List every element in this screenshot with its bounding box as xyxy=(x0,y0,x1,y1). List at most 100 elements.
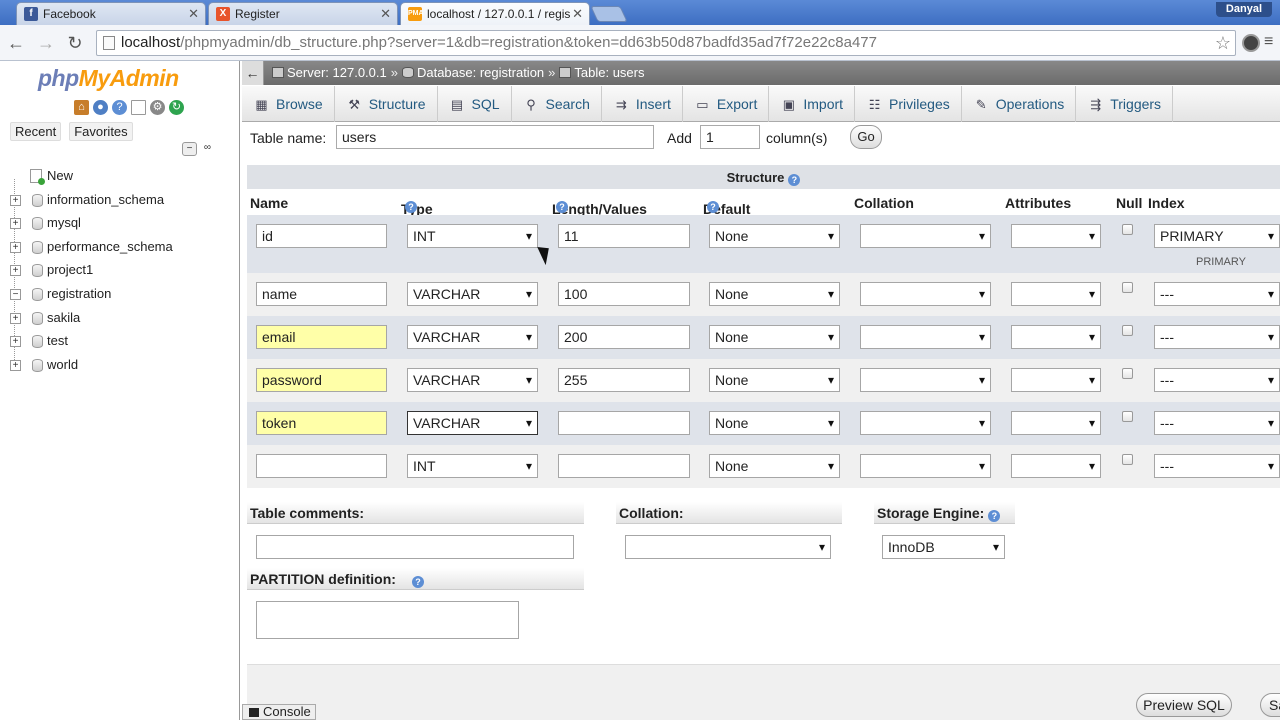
partition-textarea[interactable] xyxy=(256,601,519,639)
null-checkbox[interactable] xyxy=(1122,224,1133,235)
go-button[interactable]: Go xyxy=(850,125,882,149)
column-name-input[interactable]: email xyxy=(256,325,387,349)
help-icon[interactable]: ? xyxy=(707,201,719,213)
preview-sql-button[interactable]: Preview SQL xyxy=(1136,693,1232,717)
expand-icon[interactable]: + xyxy=(10,218,21,230)
tab-triggers[interactable]: ⇶ Triggers xyxy=(1076,86,1174,122)
phpmyadmin-logo[interactable]: phpMyAdmin xyxy=(38,65,179,92)
index-select[interactable]: --- xyxy=(1154,325,1280,349)
null-checkbox[interactable] xyxy=(1122,368,1133,379)
help-icon[interactable]: ? xyxy=(556,201,568,213)
default-select[interactable]: None xyxy=(709,454,840,478)
type-select[interactable]: INT xyxy=(407,224,538,248)
column-name-input[interactable]: id xyxy=(256,224,387,248)
null-checkbox[interactable] xyxy=(1122,325,1133,336)
length-input[interactable]: 11 xyxy=(558,224,690,248)
favorites-tab[interactable]: Favorites xyxy=(69,122,133,141)
column-name-input[interactable]: token xyxy=(256,411,387,435)
length-input[interactable] xyxy=(558,454,690,478)
logout-icon[interactable]: ● xyxy=(93,100,108,115)
bookmark-star-icon[interactable]: ☆ xyxy=(1215,31,1231,55)
close-icon[interactable]: ✕ xyxy=(380,6,391,22)
type-select[interactable]: VARCHAR xyxy=(407,282,538,306)
tree-item-mysql[interactable]: + mysql xyxy=(8,212,238,236)
extension-icon[interactable] xyxy=(1242,34,1260,52)
default-select[interactable]: None xyxy=(709,411,840,435)
index-select[interactable]: PRIMARY xyxy=(1154,224,1280,248)
collation-select[interactable] xyxy=(860,454,991,478)
help-icon[interactable]: ? xyxy=(988,510,1001,522)
expand-icon[interactable]: + xyxy=(10,359,21,371)
collation-select[interactable] xyxy=(860,282,991,306)
tab-import[interactable]: ▣ Import xyxy=(769,86,856,122)
tab-sql[interactable]: ▤ SQL xyxy=(438,86,512,122)
add-columns-input[interactable]: 1 xyxy=(700,125,760,149)
index-select[interactable]: --- xyxy=(1154,368,1280,392)
tree-item-information-schema[interactable]: + information_schema xyxy=(8,189,238,213)
expand-icon[interactable]: + xyxy=(10,336,21,348)
column-name-input[interactable]: name xyxy=(256,282,387,306)
forward-arrow-icon[interactable]: → xyxy=(35,32,57,54)
back-arrow-icon[interactable]: ← xyxy=(5,32,27,54)
tree-item-sakila[interactable]: + sakila xyxy=(8,307,238,331)
length-input[interactable]: 255 xyxy=(558,368,690,392)
attributes-select[interactable] xyxy=(1011,282,1101,306)
tab-insert[interactable]: ⇉ Insert xyxy=(602,86,683,122)
reload-navigation-icon[interactable]: ↻ xyxy=(169,100,184,115)
type-select[interactable]: INT xyxy=(407,454,538,478)
type-select[interactable]: VARCHAR xyxy=(407,368,538,392)
table-name-input[interactable]: users xyxy=(336,125,654,149)
home-icon[interactable]: ⌂ xyxy=(74,100,89,115)
index-select[interactable]: --- xyxy=(1154,411,1280,435)
profile-name[interactable]: Danyal xyxy=(1215,2,1272,17)
tree-item-performance-schema[interactable]: + performance_schema xyxy=(8,236,238,260)
address-bar[interactable]: localhost/phpmyadmin/db_structure.php?se… xyxy=(96,30,1236,56)
help-icon[interactable]: ? xyxy=(788,174,801,186)
attributes-select[interactable] xyxy=(1011,454,1101,478)
tab-search[interactable]: ⚲ Search xyxy=(512,86,602,122)
collapse-panel-arrow-icon[interactable]: ← xyxy=(242,61,264,85)
null-checkbox[interactable] xyxy=(1122,282,1133,293)
new-tab-button[interactable] xyxy=(590,6,628,22)
tree-item-new[interactable]: New xyxy=(8,165,238,189)
save-button[interactable]: Sa xyxy=(1260,693,1280,717)
console-toggle[interactable]: Console xyxy=(242,704,316,720)
collapse-all-icon[interactable]: − xyxy=(182,142,197,156)
tab-privileges[interactable]: ☷ Privileges xyxy=(855,86,962,122)
default-select[interactable]: None xyxy=(709,282,840,306)
tab-operations[interactable]: ✎ Operations xyxy=(962,86,1077,122)
null-checkbox[interactable] xyxy=(1122,411,1133,422)
tree-item-world[interactable]: + world xyxy=(8,354,238,378)
documentation-icon[interactable] xyxy=(131,100,146,115)
attributes-select[interactable] xyxy=(1011,368,1101,392)
table-comments-input[interactable] xyxy=(256,535,574,559)
tree-item-test[interactable]: + test xyxy=(8,330,238,354)
default-select[interactable]: None xyxy=(709,325,840,349)
length-input[interactable]: 200 xyxy=(558,325,690,349)
default-select[interactable]: None xyxy=(709,368,840,392)
type-select[interactable]: VARCHAR xyxy=(407,325,538,349)
attributes-select[interactable] xyxy=(1011,411,1101,435)
recent-tab[interactable]: Recent xyxy=(10,122,62,141)
tree-item-registration[interactable]: − registration xyxy=(8,283,238,307)
collation-select[interactable] xyxy=(860,325,991,349)
length-input[interactable] xyxy=(558,411,690,435)
expand-icon[interactable]: + xyxy=(10,312,21,324)
default-select[interactable]: None xyxy=(709,224,840,248)
help-icon[interactable]: ? xyxy=(411,576,424,588)
breadcrumb-table[interactable]: Table: users xyxy=(559,61,644,85)
collation-select[interactable] xyxy=(860,368,991,392)
tab-browse[interactable]: ▦ Browse xyxy=(242,86,335,122)
expand-icon[interactable]: + xyxy=(10,241,21,253)
length-input[interactable]: 100 xyxy=(558,282,690,306)
close-icon[interactable]: ✕ xyxy=(188,6,199,22)
attributes-select[interactable] xyxy=(1011,325,1101,349)
column-name-input[interactable]: password xyxy=(256,368,387,392)
tab-structure[interactable]: ⚒ Structure xyxy=(335,86,438,122)
link-icon[interactable]: ∞ xyxy=(200,142,215,156)
expand-icon[interactable]: + xyxy=(10,194,21,206)
collapse-icon[interactable]: − xyxy=(10,288,21,300)
attributes-select[interactable] xyxy=(1011,224,1101,248)
gear-icon[interactable]: ⚙ xyxy=(150,100,165,115)
breadcrumb-server[interactable]: Server: 127.0.0.1 xyxy=(272,61,387,85)
